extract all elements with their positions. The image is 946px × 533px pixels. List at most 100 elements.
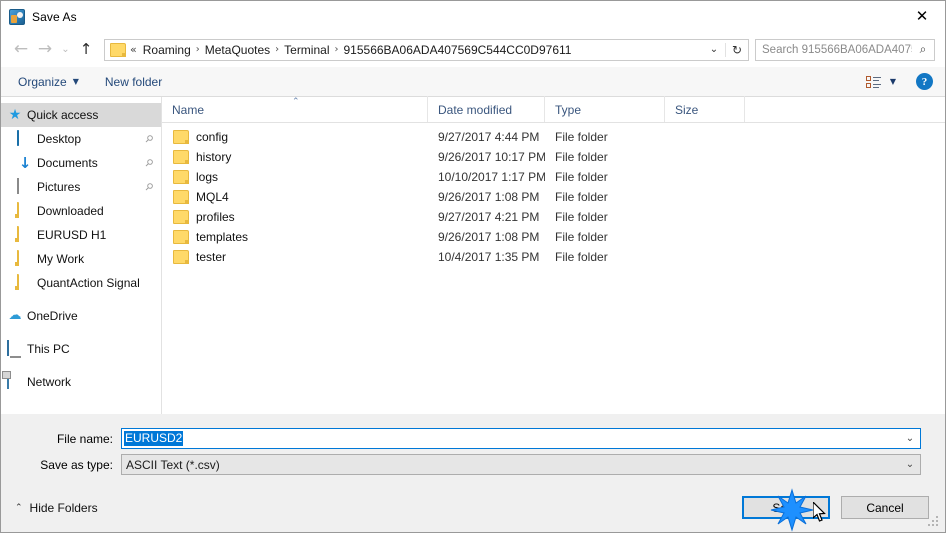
folder-icon [17,250,33,267]
new-folder-button[interactable]: New folder [96,71,171,93]
window-title: Save As [32,9,77,24]
filetype-label: Save as type: [40,457,113,472]
table-row[interactable]: MQL4 9/26/2017 1:08 PM File folder [162,187,945,207]
cell-name: logs [162,170,428,184]
table-row[interactable]: logs 10/10/2017 1:17 PM File folder [162,167,945,187]
view-options-icon[interactable] [865,75,883,89]
close-icon[interactable]: ✕ [899,1,945,31]
cell-date-modified: 9/27/2017 4:44 PM [438,130,540,144]
sidebar-item-label: EURUSD H1 [37,228,107,242]
file-name: logs [196,170,219,184]
folder-icon [17,274,33,291]
sidebar-item-label: Network [27,375,72,389]
file-name: tester [196,250,227,264]
filename-input[interactable]: EURUSD2 ⌄ [121,428,921,449]
file-list-header: Name ⌃ Date modified Type Size [162,96,945,123]
address-bar[interactable]: « Roaming › MetaQuotes › Terminal › 9155… [104,38,749,61]
file-name: profiles [196,210,235,224]
sidebar-item-my-work[interactable]: My Work [1,247,161,271]
help-icon[interactable]: ? [916,73,933,90]
app-icon [9,8,25,25]
file-list-rows: config 9/27/2017 4:44 PM File folder histor… [162,123,945,414]
table-row[interactable]: history 9/26/2017 10:17 PM File folder [162,147,945,167]
sidebar-item-quick-access[interactable]: ★ Quick access [1,103,161,127]
command-toolbar: Organize ▼ New folder ▼ ? [1,67,945,97]
breadcrumb-item-terminal[interactable]: Terminal [280,42,333,58]
sidebar-item-quantaction-signal[interactable]: QuantAction Signal [1,271,161,295]
refresh-icon[interactable]: ↻ [725,42,748,57]
folder-icon [173,210,189,224]
resize-grip[interactable] [928,516,939,527]
organize-button[interactable]: Organize ▼ [9,71,88,93]
sidebar-item-downloaded[interactable]: Downloaded [1,199,161,223]
hide-folders-label: Hide Folders [29,501,98,515]
breadcrumb-item-guid[interactable]: 915566BA06ADA407569C544CC0D97611 [340,42,576,58]
cell-date-modified: 9/27/2017 4:21 PM [438,210,540,224]
navigation-sidebar: ★ Quick access Desktop ⚲ ↓ Documents ⚲ P… [1,97,162,414]
sort-ascending-icon: ⌃ [292,97,300,107]
filetype-select[interactable]: ASCII Text (*.csv) ⌄ [121,454,921,475]
file-list: Name ⌃ Date modified Type Size config 9/2… [162,96,945,414]
up-icon[interactable]: ↑ [74,38,98,62]
sidebar-item-network[interactable]: Network [1,370,161,394]
folder-icon [173,230,189,244]
pin-icon: ⚲ [141,133,155,146]
table-row[interactable]: templates 9/26/2017 1:08 PM File folder [162,227,945,247]
sidebar-item-label: Pictures [37,180,81,194]
sidebar-item-label: Quick access [27,108,99,122]
breadcrumb-item-roaming[interactable]: Roaming [139,42,195,58]
chevron-up-icon: ⌃ [15,503,23,513]
breadcrumb-item-metaquotes[interactable]: MetaQuotes [201,42,274,58]
chevron-down-icon[interactable]: ⌄ [900,429,920,448]
cell-type: File folder [555,190,608,204]
column-header-date-modified[interactable]: Date modified [428,96,545,122]
search-input[interactable]: Search 915566BA06ADA40756... [756,44,912,56]
table-row[interactable]: tester 10/4/2017 1:35 PM File folder [162,247,945,267]
folder-icon [17,226,33,243]
cell-type: File folder [555,130,608,144]
star-icon: ★ [8,107,22,123]
back-icon[interactable]: ← [9,38,33,62]
sidebar-item-this-pc[interactable]: This PC [1,337,161,361]
sidebar-item-pictures[interactable]: Pictures ⚲ [1,175,161,199]
search-box[interactable]: Search 915566BA06ADA40756... ⌕ [755,38,935,61]
cell-name: history [162,150,428,164]
pc-icon [7,340,23,357]
cell-name: templates [162,230,428,244]
cell-date-modified: 9/26/2017 10:17 PM [438,150,545,164]
column-label: Name [172,103,205,117]
column-header-type[interactable]: Type [545,96,665,122]
file-name: history [196,150,232,164]
sidebar-item-desktop[interactable]: Desktop ⚲ [1,127,161,151]
save-as-dialog: Save As ✕ ← → ⌄ ↑ « Roaming › MetaQuotes… [0,0,946,533]
cancel-button[interactable]: Cancel [841,496,929,519]
cell-name: config [162,130,428,144]
sidebar-item-eurusd-h1[interactable]: EURUSD H1 [1,223,161,247]
column-header-size[interactable]: Size [665,96,745,122]
breadcrumb: « Roaming › MetaQuotes › Terminal › 9155… [129,42,703,58]
chevron-down-icon[interactable]: ⌄ [703,44,725,55]
sidebar-item-label: OneDrive [27,309,78,323]
pin-icon: ⚲ [141,181,155,194]
chevron-down-icon[interactable]: ▼ [890,77,896,86]
forward-icon[interactable]: → [33,38,57,62]
breadcrumb-overflow-icon[interactable]: « [129,43,139,56]
column-header-name[interactable]: Name ⌃ [162,96,428,122]
folder-icon [17,202,33,219]
save-button[interactable]: Save [742,496,830,519]
monitor-icon [17,130,33,147]
column-label: Type [555,103,582,117]
new-folder-label: New folder [104,74,163,89]
table-row[interactable]: config 9/27/2017 4:44 PM File folder [162,127,945,147]
cell-date-modified: 10/4/2017 1:35 PM [438,250,540,264]
table-row[interactable]: profiles 9/27/2017 4:21 PM File folder [162,207,945,227]
hide-folders-button[interactable]: ⌃ Hide Folders [15,501,98,515]
chevron-down-icon: ▼ [72,77,79,86]
chevron-down-icon[interactable]: ⌄ [900,455,920,474]
sidebar-item-documents[interactable]: ↓ Documents ⚲ [1,151,161,175]
sidebar-item-onedrive[interactable]: ☁ OneDrive [1,304,161,328]
cell-type: File folder [555,210,608,224]
folder-icon [173,190,189,204]
cell-type: File folder [555,150,608,164]
recent-locations-icon[interactable]: ⌄ [57,38,74,62]
